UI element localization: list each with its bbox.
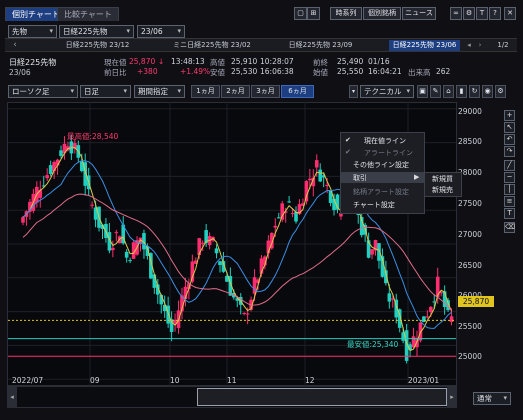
scroll-left-icon[interactable]: ◂	[7, 386, 17, 408]
cursor-icon[interactable]: ↖	[504, 122, 515, 133]
y-tick-29000: 29000	[458, 107, 482, 116]
submenu-new-buy[interactable]: 新規買	[432, 174, 453, 184]
candle-body	[304, 181, 309, 202]
candle-body	[90, 204, 94, 206]
menu-current-price-line[interactable]: 現在値ライン	[364, 136, 406, 146]
candle-body	[114, 232, 119, 234]
candle-body	[152, 274, 157, 288]
x-tick-10: 10	[170, 376, 180, 385]
candle-body	[287, 201, 291, 203]
candlestick-chart	[8, 102, 456, 407]
candle-body	[276, 217, 281, 219]
candle-body	[370, 249, 374, 255]
check-icon: ✔	[345, 136, 351, 144]
y-tick-27500: 27500	[458, 199, 482, 208]
candle-body	[59, 150, 63, 156]
display-mode-select[interactable]: 通常 ▾	[473, 392, 511, 405]
x-tick-12: 12	[305, 376, 315, 385]
menu-stock-alert: 銘柄アラート設定	[353, 188, 409, 196]
menu-chart-settings[interactable]: チャート設定	[353, 200, 395, 210]
candle-body	[21, 217, 25, 223]
x-tick-09: 09	[90, 376, 100, 385]
candle-body	[128, 260, 132, 262]
y-tick-25000: 25000	[458, 352, 482, 361]
scroll-right-icon[interactable]: ▸	[447, 386, 457, 408]
x-tick-2022-07: 2022/07	[12, 376, 44, 385]
max-price-label: 最高値:28,540	[67, 132, 119, 141]
current-price-badge: 25,870	[458, 296, 494, 307]
candle-body	[418, 322, 423, 341]
undo-icon[interactable]: ↶	[504, 134, 515, 145]
candle-body	[214, 248, 219, 254]
menu-trade[interactable]: 取引	[353, 173, 367, 183]
text-tool-icon[interactable]: T	[504, 208, 515, 219]
y-tick-26500: 26500	[458, 261, 482, 270]
candle-body	[200, 242, 205, 244]
y-tick-25500: 25500	[458, 322, 482, 331]
x-tick-11: 11	[227, 376, 237, 385]
candle-body	[242, 313, 246, 315]
candle-body	[290, 213, 295, 215]
candle-body	[422, 316, 426, 322]
overview-range-handle[interactable]	[197, 388, 447, 406]
hline-tool-icon[interactable]: ─	[504, 172, 515, 183]
candle-body	[308, 178, 312, 181]
min-price-label: 最安値:25,340	[347, 340, 399, 349]
eraser-icon[interactable]: ⌫	[504, 222, 515, 233]
candle-body	[314, 160, 319, 168]
candle-body	[48, 165, 53, 175]
channel-tool-icon[interactable]: ≡	[504, 196, 515, 207]
candle-body	[45, 175, 49, 179]
menu-other-lines[interactable]: その他ライン設定	[353, 160, 409, 170]
candle-body	[425, 316, 430, 318]
submenu-new-sell[interactable]: 新規売	[432, 185, 453, 195]
candle-body	[124, 251, 129, 258]
candle-body	[387, 293, 392, 302]
line-tool-icon[interactable]: ╱	[504, 160, 515, 171]
y-tick-27000: 27000	[458, 230, 482, 239]
menu-alert-line: アラートライン	[364, 149, 413, 157]
redo-icon[interactable]: ↷	[504, 146, 515, 157]
candle-body	[273, 225, 278, 228]
candle-body	[449, 316, 454, 322]
crosshair-icon[interactable]: +	[504, 110, 515, 121]
candle-body	[218, 261, 222, 266]
candle-body	[429, 306, 433, 313]
candle-body	[245, 313, 250, 315]
check-icon-disabled: ✔	[345, 148, 351, 156]
x-tick-2023-01: 2023/01	[408, 376, 440, 385]
candle-body	[318, 169, 323, 182]
candle-body	[280, 203, 284, 220]
submenu-arrow-icon: ▶	[414, 173, 420, 181]
candle-body	[294, 212, 298, 222]
vline-tool-icon[interactable]: │	[504, 184, 515, 195]
y-tick-28500: 28500	[458, 137, 482, 146]
candle-body	[111, 247, 115, 251]
